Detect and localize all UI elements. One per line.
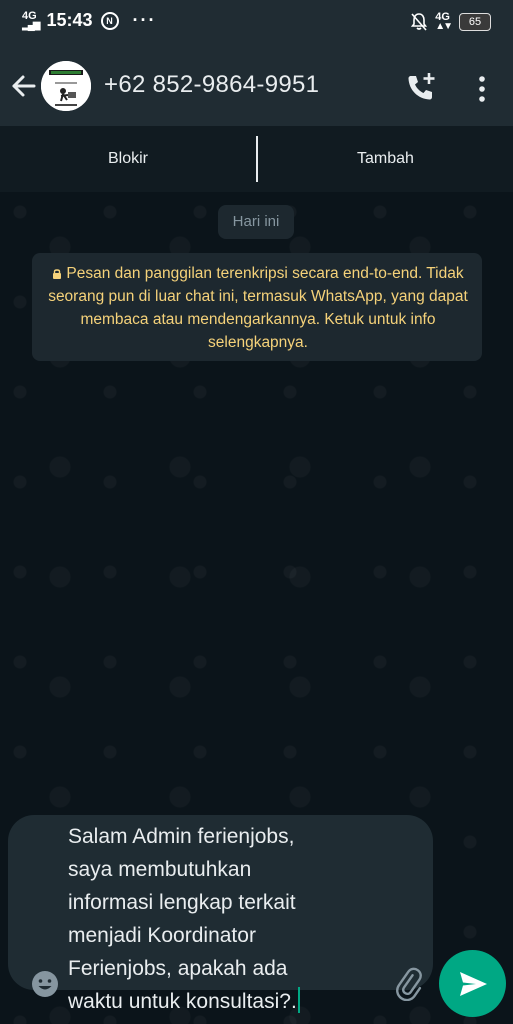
clock: 15:43 [46, 10, 93, 30]
encryption-notice-text-wrap: Pesan dan panggilan terenkripsi secara e… [46, 262, 470, 354]
more-options-icon[interactable] [472, 74, 492, 104]
block-button[interactable]: Blokir [0, 126, 256, 192]
profile-picture-icon [41, 61, 91, 111]
status-bar: 4G ▂▄▆ 15:43 N ··· 4G ▲▼ 65 [0, 0, 513, 44]
unknown-contact-actions: Blokir Tambah [0, 126, 513, 192]
attach-icon[interactable] [392, 967, 426, 1001]
bell-muted-icon [411, 13, 428, 31]
back-arrow-icon[interactable] [10, 72, 38, 100]
add-call-icon[interactable] [404, 71, 438, 105]
cellular-signal-icon: 4G ▂▄▆ [22, 9, 41, 31]
send-button[interactable] [439, 950, 506, 1017]
battery-level: 65 [468, 16, 482, 28]
message-input-box[interactable]: Salam Admin ferienjobs, saya membutuhkan… [8, 815, 433, 1013]
send-icon [460, 972, 487, 996]
message-input-text: Salam Admin ferienjobs, saya membutuhkan… [68, 825, 297, 1013]
notification-badge-icon: N [100, 11, 119, 30]
emoji-icon[interactable] [30, 969, 60, 999]
cellular-signal-icon-2: 4G ▲▼ [435, 11, 453, 32]
encryption-notice-text: Pesan dan panggilan terenkripsi secara e… [48, 265, 468, 351]
add-contact-button[interactable]: Tambah [258, 126, 513, 192]
contact-name[interactable]: +62 852-9864-9951 [104, 71, 319, 99]
more-notifications-icon: ··· [132, 10, 157, 30]
encryption-notice[interactable]: Pesan dan panggilan terenkripsi secara e… [32, 253, 482, 361]
text-cursor [297, 987, 300, 1013]
date-separator: Hari ini [218, 205, 294, 239]
lock-icon [53, 269, 62, 279]
message-input[interactable]: Salam Admin ferienjobs, saya membutuhkan… [68, 820, 368, 1018]
avatar[interactable] [41, 61, 91, 111]
battery-icon: 65 [459, 13, 491, 31]
chat-header: +62 852-9864-9951 [0, 44, 513, 126]
